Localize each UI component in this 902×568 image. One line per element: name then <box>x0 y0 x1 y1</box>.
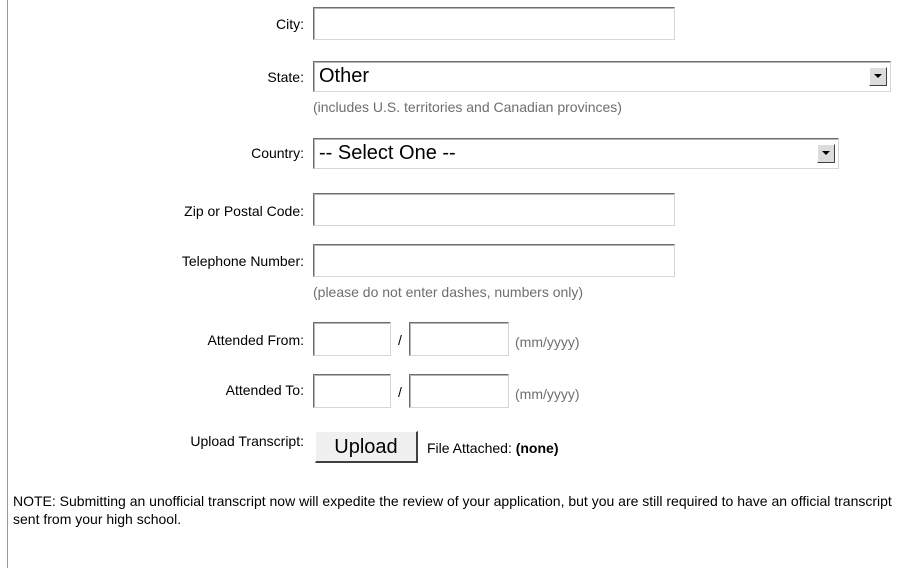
telephone-input[interactable] <box>313 244 675 277</box>
telephone-label: Telephone Number: <box>181 253 304 269</box>
state-label: State: <box>267 69 304 85</box>
attended-from-year-input[interactable] <box>409 322 509 356</box>
zip-input[interactable] <box>313 193 675 226</box>
file-attached-label: File Attached: <box>427 440 512 456</box>
country-label: Country: <box>251 145 304 161</box>
upload-button[interactable]: Upload <box>315 431 418 463</box>
transcript-note: NOTE: Submitting an unofficial transcrip… <box>13 493 892 527</box>
file-attached-status: File Attached: (none) <box>427 440 558 456</box>
attended-from-format-hint: (mm/yyyy) <box>515 334 580 350</box>
zip-label: Zip or Postal Code: <box>184 203 304 219</box>
telephone-hint: (please do not enter dashes, numbers onl… <box>313 284 584 300</box>
attended-to-format-hint: (mm/yyyy) <box>515 386 580 402</box>
chevron-down-icon[interactable] <box>869 67 887 86</box>
attended-from-month-input[interactable] <box>313 322 391 356</box>
attended-from-label: Attended From: <box>207 332 305 348</box>
state-selected-value: Other <box>319 65 370 87</box>
state-hint: (includes U.S. territories and Canadian … <box>313 99 622 115</box>
left-border-rule <box>7 0 8 568</box>
city-label: City: <box>276 16 304 32</box>
country-select[interactable]: -- Select One -- <box>313 138 839 169</box>
file-attached-value: (none) <box>515 440 559 456</box>
attended-to-month-input[interactable] <box>313 374 391 408</box>
chevron-down-icon[interactable] <box>817 144 835 163</box>
date-separator: / <box>398 384 402 400</box>
date-separator: / <box>398 332 402 348</box>
city-input[interactable] <box>313 7 675 40</box>
attended-to-year-input[interactable] <box>409 374 509 408</box>
country-selected-value: -- Select One -- <box>319 142 456 164</box>
attended-to-label: Attended To: <box>225 382 304 398</box>
upload-transcript-label: Upload Transcript: <box>190 433 304 449</box>
state-select[interactable]: Other <box>313 61 891 92</box>
